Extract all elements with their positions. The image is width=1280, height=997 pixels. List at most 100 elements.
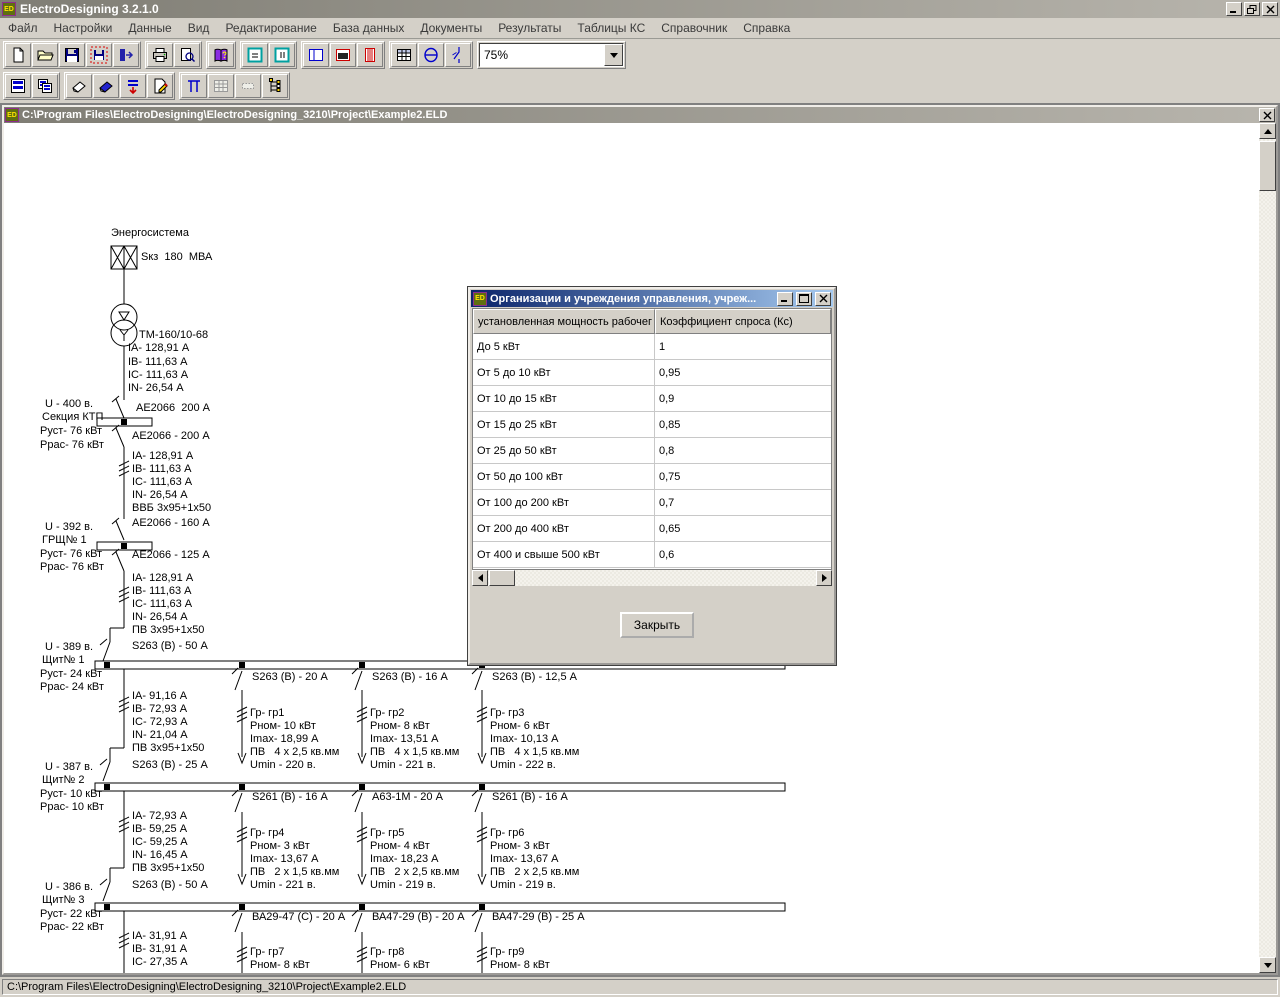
menu-item[interactable]: Справка <box>735 19 798 37</box>
scroll-down-button[interactable] <box>1259 957 1276 973</box>
scroll-up-button[interactable] <box>1259 123 1276 139</box>
new-document-icon <box>9 46 27 64</box>
coefficient-cell[interactable]: 1 <box>655 334 831 359</box>
diagram-label: Гр- гр2 <box>370 707 404 719</box>
main-titlebar[interactable]: ED ElectroDesigning 3.2.1.0 <box>0 0 1280 18</box>
grid-disabled-button[interactable] <box>208 74 234 98</box>
scroll-left-button[interactable] <box>472 570 488 586</box>
zoom-dropdown-button[interactable] <box>604 44 623 66</box>
db-section-button[interactable] <box>418 43 444 67</box>
close-icon <box>819 294 828 303</box>
restore-button[interactable] <box>1244 2 1260 16</box>
zoom-combobox[interactable] <box>479 43 624 67</box>
scroll-thumb[interactable] <box>1259 141 1276 191</box>
coefficient-cell[interactable]: 0,9 <box>655 386 831 411</box>
branch-gr9 <box>472 910 487 973</box>
dialog-minimize-button[interactable] <box>777 292 793 306</box>
list-button[interactable] <box>5 74 31 98</box>
scroll-right-button[interactable] <box>816 570 832 586</box>
table-row[interactable]: От 10 до 15 кВт 0,9 <box>473 386 831 412</box>
menu-item[interactable]: Документы <box>412 19 490 37</box>
power-range-cell[interactable]: От 200 до 400 кВт <box>473 516 655 541</box>
recalculate-button[interactable] <box>120 74 146 98</box>
busbar-shchit3 <box>95 903 785 911</box>
coefficient-cell[interactable]: 0,85 <box>655 412 831 437</box>
close-button[interactable] <box>1262 2 1278 16</box>
coefficient-cell[interactable]: 0,8 <box>655 438 831 463</box>
menu-item[interactable]: Настройки <box>46 19 121 37</box>
vertical-scrollbar[interactable] <box>1259 123 1276 973</box>
dialog-maximize-button[interactable] <box>796 292 812 306</box>
red-column-button[interactable] <box>357 43 383 67</box>
pause-frame-button[interactable] <box>269 43 295 67</box>
diagram-label: U - 389 в. <box>45 641 93 653</box>
table-row[interactable]: От 50 до 100 кВт 0,75 <box>473 464 831 490</box>
column-header-coefficient[interactable]: Коэффициент спроса (Кс) <box>655 309 831 334</box>
coefficient-cell[interactable]: 0,95 <box>655 360 831 385</box>
window-dark-button[interactable] <box>330 43 356 67</box>
import-button[interactable] <box>113 43 139 67</box>
child-titlebar[interactable]: ED C:\Program Files\ElectroDesigning\Ele… <box>4 107 1276 123</box>
menu-item[interactable]: Файл <box>0 19 46 37</box>
table-row[interactable]: От 15 до 25 кВт 0,85 <box>473 412 831 438</box>
diagram-label: Рном- 8 кВт <box>490 959 550 971</box>
hscroll-thumb[interactable] <box>489 570 515 586</box>
columns-button[interactable] <box>181 74 207 98</box>
diagram-label: ПВ 3х95+1х50 <box>132 862 204 874</box>
new-document-button[interactable] <box>5 43 31 67</box>
open-folder-button[interactable] <box>32 43 58 67</box>
equal-frame-button[interactable] <box>242 43 268 67</box>
dialog-close-action-button[interactable]: Закрыть <box>620 612 694 638</box>
menu-item[interactable]: Данные <box>120 19 179 37</box>
power-range-cell[interactable]: От 10 до 15 кВт <box>473 386 655 411</box>
branch-gr8 <box>352 910 367 973</box>
save-button[interactable] <box>59 43 85 67</box>
ruler-disabled-button[interactable] <box>235 74 261 98</box>
print-button[interactable] <box>147 43 173 67</box>
toolbar-group-frames <box>240 41 297 69</box>
breaker-polyline-button[interactable] <box>445 43 471 67</box>
table-row[interactable]: От 25 до 50 кВт 0,8 <box>473 438 831 464</box>
eraser-blue-button[interactable] <box>93 74 119 98</box>
help-book-button[interactable] <box>208 43 234 67</box>
save-all-button[interactable] <box>86 43 112 67</box>
coefficient-cell[interactable]: 0,65 <box>655 516 831 541</box>
menu-item[interactable]: Справочник <box>653 19 735 37</box>
coefficient-cell[interactable]: 0,7 <box>655 490 831 515</box>
coefficient-cell[interactable]: 0,6 <box>655 542 831 567</box>
dialog-close-button[interactable] <box>815 292 831 306</box>
power-range-cell[interactable]: От 50 до 100 кВт <box>473 464 655 489</box>
table-row[interactable]: До 5 кВт 1 <box>473 334 831 360</box>
power-range-cell[interactable]: От 15 до 25 кВт <box>473 412 655 437</box>
coefficient-cell[interactable]: 0,75 <box>655 464 831 489</box>
child-close-button[interactable] <box>1259 108 1275 122</box>
power-range-cell[interactable]: От 100 до 200 кВт <box>473 490 655 515</box>
menu-item[interactable]: Таблицы КС <box>569 19 653 37</box>
power-range-cell[interactable]: От 400 и свыше 500 кВт <box>473 542 655 567</box>
dialog-horizontal-scrollbar[interactable] <box>472 570 832 586</box>
tree-button[interactable] <box>262 74 288 98</box>
menu-item[interactable]: Вид <box>180 19 218 37</box>
table-row[interactable]: От 400 и свыше 500 кВт 0,6 <box>473 542 831 568</box>
power-range-cell[interactable]: От 5 до 10 кВт <box>473 360 655 385</box>
diagram-label: IA- 128,91 А <box>132 450 193 462</box>
eraser-white-button[interactable] <box>66 74 92 98</box>
menu-item[interactable]: Редактирование <box>217 19 324 37</box>
print-preview-button[interactable] <box>174 43 200 67</box>
column-header-power[interactable]: установленная мощность рабочег <box>473 309 655 334</box>
dialog-titlebar[interactable]: ED Организации и учреждения управления, … <box>471 290 833 307</box>
table-row[interactable]: От 200 до 400 кВт 0,65 <box>473 516 831 542</box>
cascade-list-button[interactable] <box>32 74 58 98</box>
menu-item[interactable]: База данных <box>325 19 412 37</box>
close-icon <box>1266 5 1275 14</box>
window-frame-button[interactable] <box>303 43 329 67</box>
menu-item[interactable]: Результаты <box>490 19 569 37</box>
minimize-button[interactable] <box>1226 2 1242 16</box>
edit-document-button[interactable] <box>147 74 173 98</box>
power-range-cell[interactable]: От 25 до 50 кВт <box>473 438 655 463</box>
zoom-input[interactable] <box>480 47 604 63</box>
power-range-cell[interactable]: До 5 кВт <box>473 334 655 359</box>
table-row[interactable]: От 5 до 10 кВт 0,95 <box>473 360 831 386</box>
table-grid-button[interactable] <box>391 43 417 67</box>
table-row[interactable]: От 100 до 200 кВт 0,7 <box>473 490 831 516</box>
